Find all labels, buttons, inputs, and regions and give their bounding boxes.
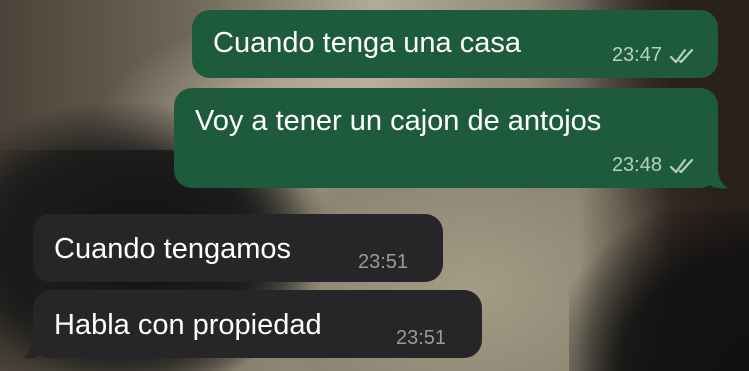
message-bubble-outgoing[interactable]: Cuando tenga una casa 23:47 <box>192 10 718 78</box>
message-time: 23:51 <box>396 327 447 349</box>
bubble-tail <box>708 168 728 189</box>
message-bubble-outgoing[interactable]: Voy a tener un cajon de antojos 23:48 <box>174 88 718 188</box>
message-text: Cuando tenga una casa <box>213 27 521 59</box>
message-meta: 23:47 <box>612 44 698 66</box>
message-time: 23:48 <box>611 154 662 176</box>
wallpaper-shadow <box>569 211 749 371</box>
message-time: 23:51 <box>358 251 409 273</box>
message-text: Voy a tener un cajon de antojos <box>195 105 602 137</box>
message-bubble-incoming[interactable]: Cuando tengamos 23:51 <box>33 214 443 282</box>
message-time: 23:47 <box>611 44 662 66</box>
message-text: Cuando tengamos <box>54 233 291 265</box>
double-check-icon <box>669 158 694 173</box>
double-check-icon <box>669 48 694 63</box>
bubble-tail <box>22 338 42 359</box>
message-text: Habla con propiedad <box>54 309 322 341</box>
message-meta: 23:48 <box>612 154 698 176</box>
message-bubble-incoming[interactable]: Habla con propiedad 23:51 <box>33 290 482 358</box>
